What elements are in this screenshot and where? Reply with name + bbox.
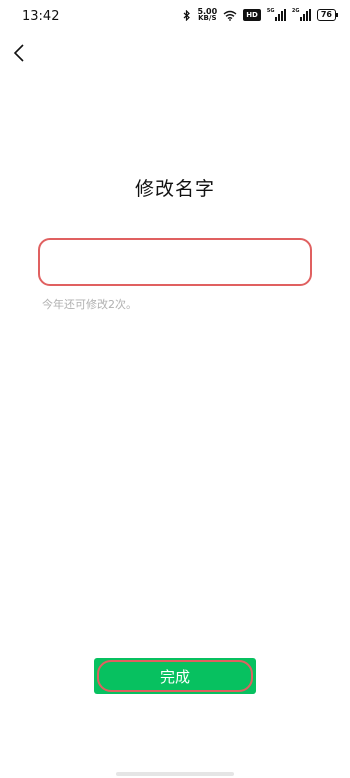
- signal-sim2-icon: 2G: [292, 8, 311, 21]
- home-indicator[interactable]: [116, 772, 234, 776]
- status-time: 13:42: [22, 9, 60, 24]
- signal-sim1-icon: 5G: [267, 8, 286, 21]
- bluetooth-icon: [184, 9, 191, 21]
- hint-text: 今年还可修改2次。: [42, 298, 137, 311]
- net-speed: 5.00 KB/S: [197, 7, 218, 22]
- battery-icon: 76: [316, 9, 339, 21]
- status-icons: 5.00 KB/S HD 5G 2G 76: [183, 7, 339, 22]
- chevron-left-icon: [13, 44, 24, 62]
- name-input[interactable]: [38, 238, 312, 286]
- wifi-icon: [223, 10, 237, 21]
- page-title: 修改名字: [134, 178, 215, 200]
- done-button[interactable]: 完成: [97, 660, 253, 692]
- status-bar: 13:42 5.00 KB/S HD 5G 2G 76: [0, 0, 350, 32]
- hd-badge: HD: [243, 9, 261, 21]
- back-button[interactable]: [8, 42, 30, 64]
